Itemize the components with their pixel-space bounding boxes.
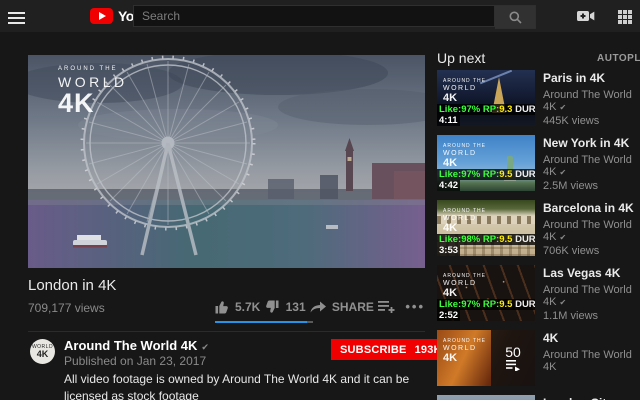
suggested-video-title: Las Vegas 4K: [543, 266, 621, 280]
suggested-video-views: 1.1M views: [543, 310, 599, 322]
share-button[interactable]: SHARE: [310, 300, 374, 314]
suggested-video-item[interactable]: AROUND THE WORLD 4K 50 4K Around The Wor…: [437, 330, 640, 386]
share-label: SHARE: [331, 299, 374, 314]
video-info: 4K Around The World 4K: [543, 331, 640, 373]
rating-duration-badge: Like:97% RP:9.5 DUR: 4:42: [437, 169, 535, 191]
search-button[interactable]: [495, 5, 536, 29]
subscribe-button[interactable]: SUBSCRIBE 193K: [331, 339, 451, 360]
youtube-play-icon: [90, 8, 113, 24]
search-icon: [509, 11, 522, 24]
video-info: New York in 4K Around The World 4K ✔ 2.5M…: [543, 136, 640, 192]
suggested-video-item[interactable]: AROUND THEWORLD4K London City Tour 2017: [437, 395, 640, 400]
channel-name[interactable]: Around The World 4K ✔: [64, 338, 209, 353]
video-player[interactable]: AROUND THE WORLD 4K: [28, 55, 425, 268]
rating-duration-badge: Like:97% RP:9.5 DUR: 2:52: [437, 299, 535, 321]
up-next-list: AROUND THEWORLD4K Like:97% RP:9.3 DUR: 4…: [437, 70, 640, 400]
apps-grid-icon[interactable]: [618, 10, 633, 25]
verified-badge-icon: ✔: [559, 233, 567, 242]
suggested-video-channel: Around The World 4K ✔: [543, 284, 632, 308]
video-thumbnail[interactable]: AROUND THE WORLD 4K 50: [437, 330, 535, 386]
like-count: 5.7K: [235, 299, 261, 314]
suggested-video-title: New York in 4K: [543, 136, 630, 150]
suggested-video-views: 445K views: [543, 115, 600, 127]
verified-badge-icon: ✔: [559, 168, 567, 177]
suggested-video-item[interactable]: AROUND THEWORLD4K Like:97% RP:9.3 DUR: 4…: [437, 70, 640, 127]
like-ratio-bar: [215, 321, 313, 323]
suggested-video-title: Paris in 4K: [543, 71, 606, 85]
video-info: Las Vegas 4K Around The World 4K ✔ 1.1M v…: [543, 266, 640, 322]
video-title: London in 4K: [28, 277, 117, 294]
thumb-down-icon: [265, 300, 279, 313]
suggested-video-channel: Around The World 4K ✔: [543, 219, 632, 243]
rating-duration-badge: Like:97% RP:9.3 DUR: 4:11: [437, 104, 535, 126]
suggested-video-title: London City Tour 2017: [543, 396, 640, 400]
suggested-video-views: 2.5M views: [543, 180, 599, 192]
suggested-video-item[interactable]: AROUND THEWORLD4K Like:98% RP:9.5 DUR: 3…: [437, 200, 640, 257]
dislike-count: 131: [285, 299, 306, 314]
more-actions-icon[interactable]: •••: [405, 299, 425, 314]
dislike-button[interactable]: 131: [265, 300, 306, 314]
video-thumbnail[interactable]: AROUND THEWORLD4K Like:97% RP:9.3 DUR: 4…: [437, 70, 535, 126]
save-to-playlist-button[interactable]: [378, 300, 401, 313]
search-form: [133, 5, 536, 29]
divider: [28, 331, 425, 332]
autoplay-label[interactable]: AUTOPLAY: [597, 53, 640, 64]
suggested-video-item[interactable]: AROUND THEWORLD4K Like:97% RP:9.5 DUR: 4…: [437, 135, 640, 192]
top-bar: YouTube VN: [0, 0, 640, 32]
video-info: Paris in 4K Around The World 4K ✔ 445K vi…: [543, 71, 640, 127]
thumbnail-watermark: AROUND THE WORLD 4K: [443, 78, 486, 104]
video-thumbnail[interactable]: AROUND THEWORLD4K: [437, 395, 535, 400]
like-button[interactable]: 5.7K: [214, 300, 260, 314]
suggested-video-views: 706K views: [543, 245, 600, 257]
youtube-watch-page: YouTube VN: [0, 0, 640, 400]
thumb-up-icon: [215, 300, 228, 313]
video-thumbnail[interactable]: AROUND THEWORLD4K Like:98% RP:9.5 DUR: 3…: [437, 200, 535, 256]
video-thumbnail[interactable]: AROUND THEWORLD4K Like:97% RP:9.5 DUR: 2…: [437, 265, 535, 321]
suggested-video-channel: Around The World 4K ✔: [543, 89, 632, 113]
verified-badge-icon: ✔: [201, 342, 209, 352]
suggested-video-title: Barcelona in 4K: [543, 201, 634, 215]
suggested-video-channel: Around The World 4K: [543, 349, 632, 373]
playlist-play-icon: [505, 360, 520, 371]
video-info: Barcelona in 4K Around The World 4K ✔ 706…: [543, 201, 640, 257]
playlist-overlay: 50: [491, 330, 535, 386]
verified-badge-icon: ✔: [559, 298, 567, 307]
playlist-add-icon: [378, 300, 395, 313]
playlist-count: 50: [505, 344, 521, 360]
search-input[interactable]: [133, 5, 495, 27]
suggested-video-title: 4K: [543, 331, 559, 345]
share-icon: [310, 301, 326, 312]
view-count: 709,177 views: [28, 301, 105, 315]
rating-duration-badge: Like:98% RP:9.5 DUR: 3:53: [437, 234, 535, 256]
video-info: London City Tour 2017: [543, 396, 640, 400]
thumbnail-watermark: AROUND THE WORLD 4K: [443, 338, 486, 364]
upload-video-icon[interactable]: [577, 9, 595, 28]
verified-badge-icon: ✔: [559, 103, 567, 112]
thumbnail-watermark: AROUND THE WORLD 4K: [443, 273, 486, 299]
video-description: All video footage is owned by Around The…: [64, 372, 410, 400]
thumbnail-watermark: AROUND THE WORLD 4K: [443, 143, 486, 169]
channel-avatar[interactable]: WORLD 4K: [30, 339, 55, 364]
video-actions: 5.7K 131 SHARE •••: [214, 299, 425, 314]
suggested-video-item[interactable]: AROUND THEWORLD4K Like:97% RP:9.5 DUR: 2…: [437, 265, 640, 322]
menu-icon[interactable]: [8, 12, 25, 27]
suggested-video-channel: Around The World 4K ✔: [543, 154, 632, 178]
video-watermark: AROUND THE WORLD 4K: [58, 66, 128, 118]
publish-date: Published on Jan 23, 2017: [64, 354, 207, 368]
thumbnail-watermark: AROUND THE WORLD 4K: [443, 208, 486, 234]
up-next-heading: Up next: [437, 50, 486, 66]
video-thumbnail[interactable]: AROUND THEWORLD4K Like:97% RP:9.5 DUR: 4…: [437, 135, 535, 191]
